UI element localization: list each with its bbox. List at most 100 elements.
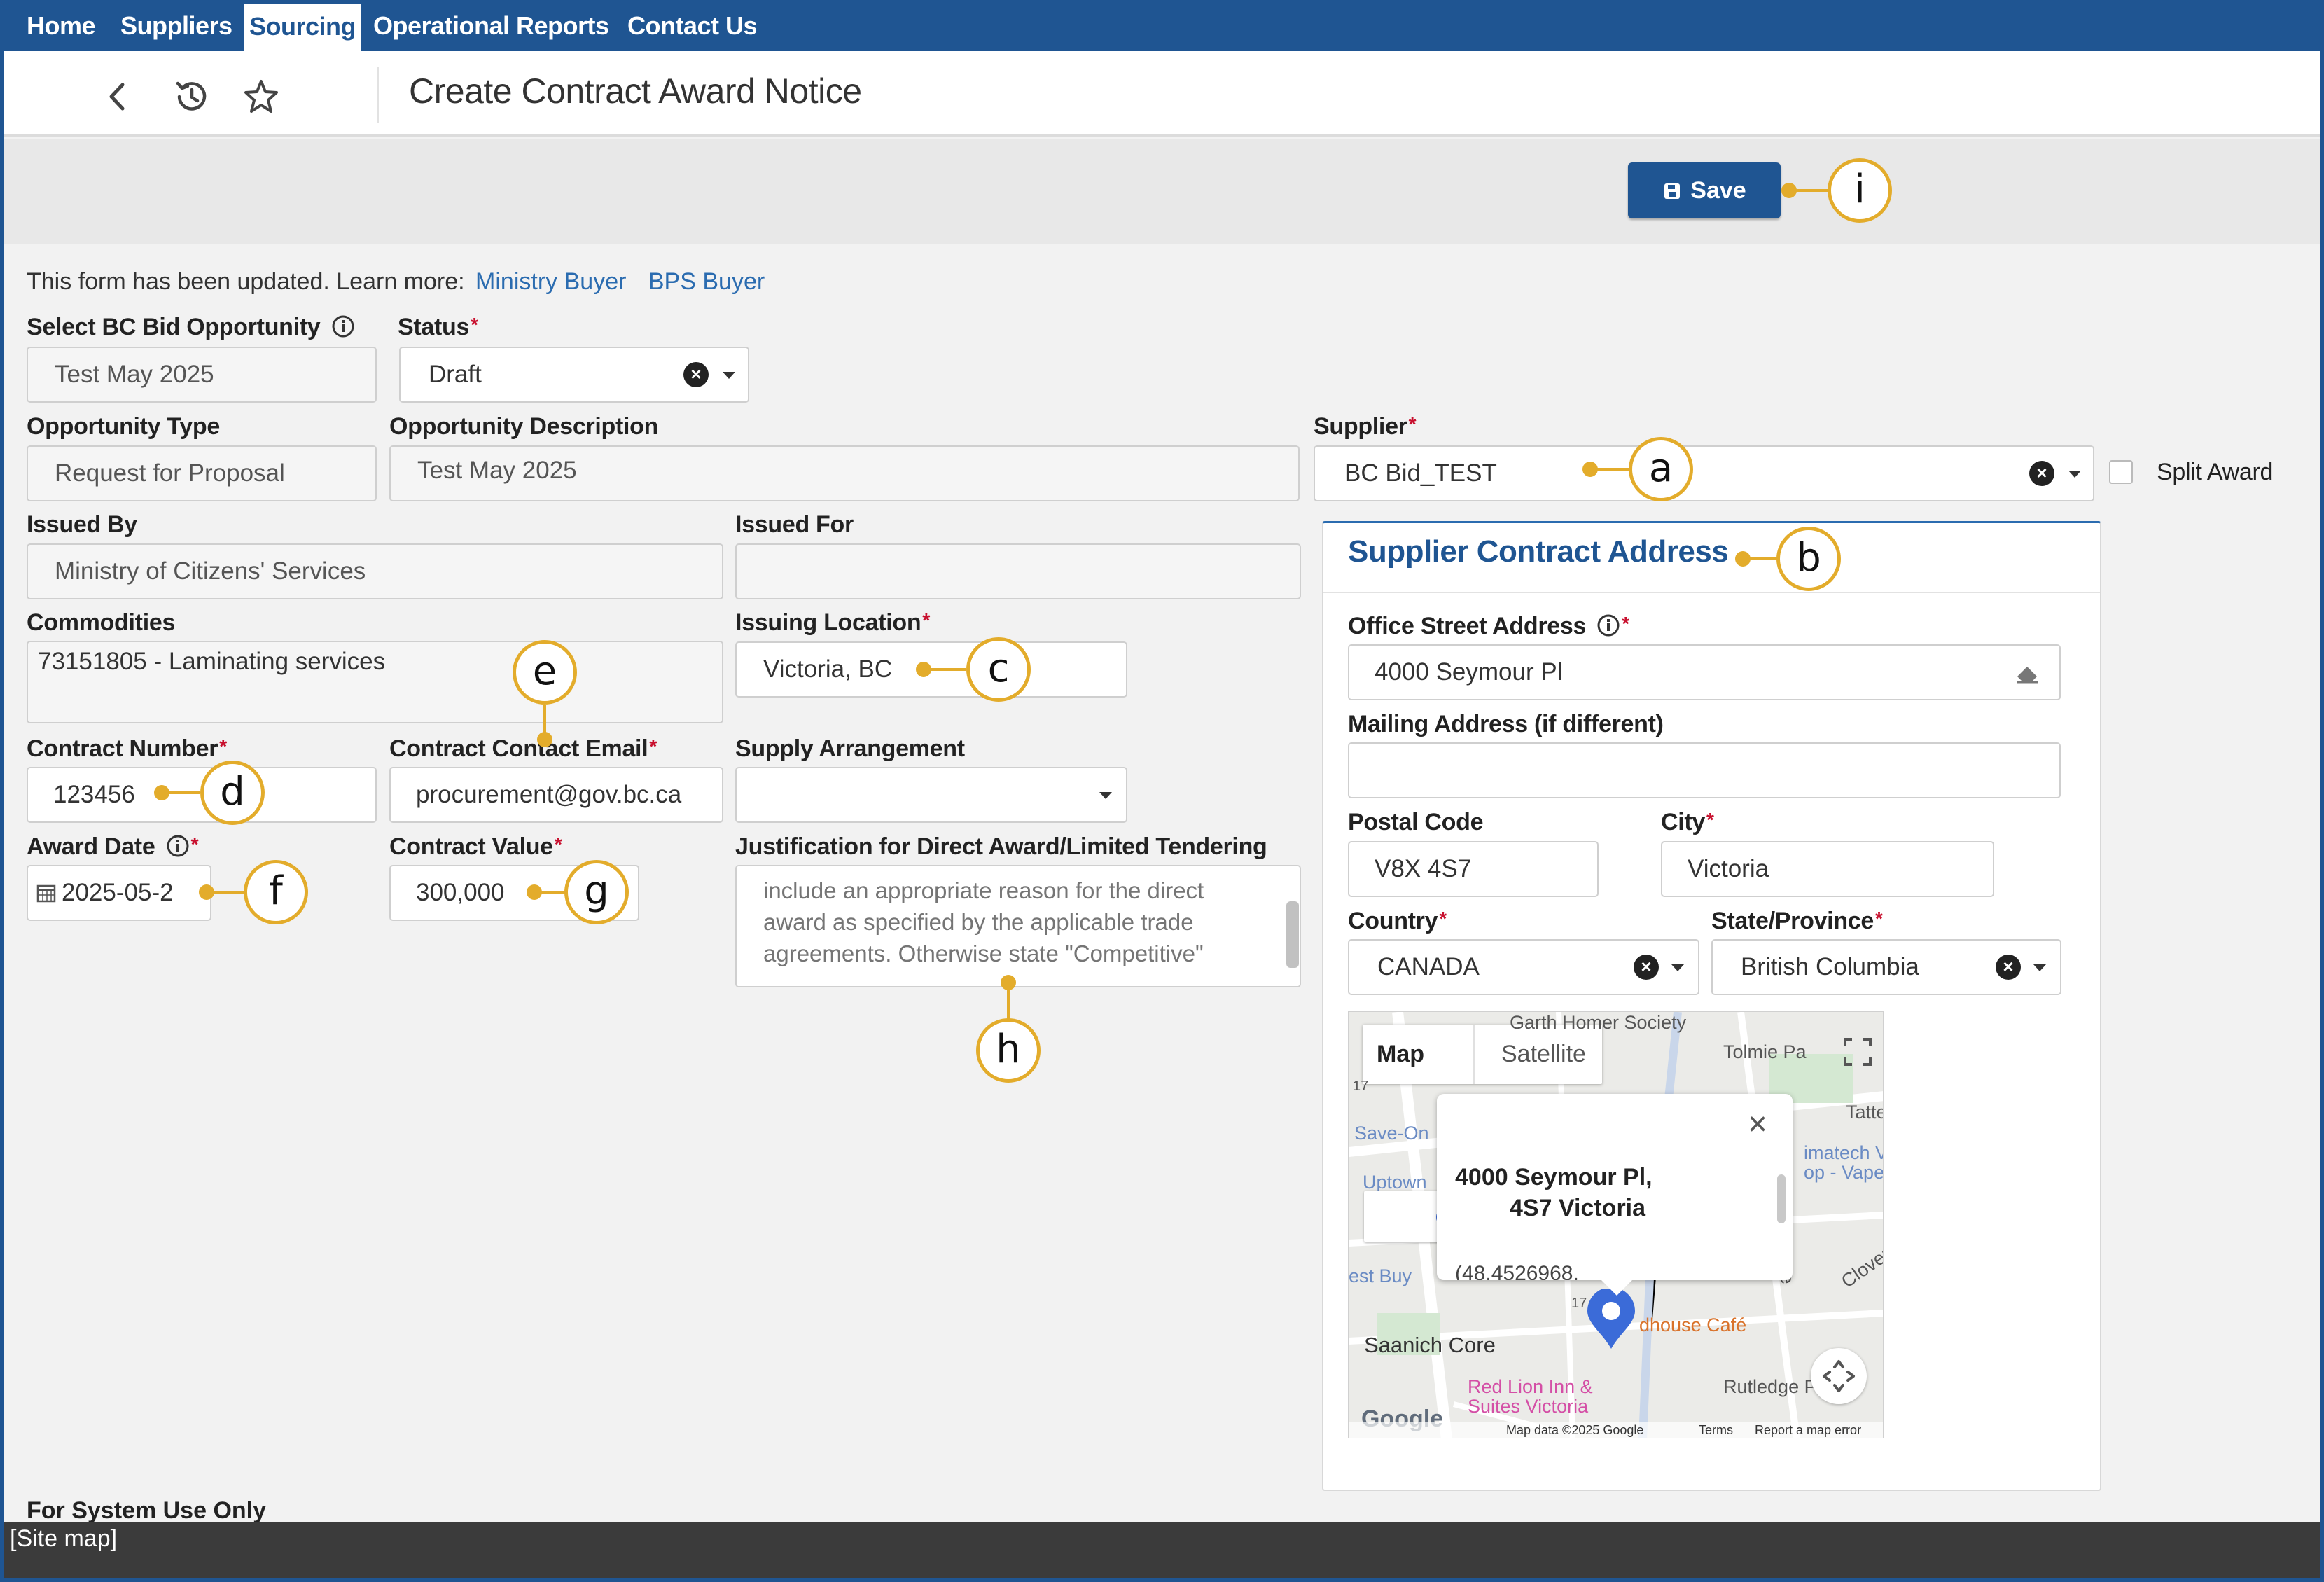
clear-status-icon[interactable]: × <box>683 362 709 387</box>
postal-code-field[interactable]: V8X 4S7 <box>1348 841 1599 897</box>
clear-country-icon[interactable]: × <box>1634 955 1659 980</box>
bid-opportunity-label-text: Select BC Bid Opportunity <box>27 314 321 340</box>
supplier-select[interactable]: BC Bid_TEST × <box>1314 445 2094 501</box>
info-icon[interactable] <box>1596 613 1620 637</box>
map-label-imatech: imatech V <box>1804 1142 1884 1163</box>
award-date-field[interactable]: 2025-05-2 <box>27 865 211 921</box>
bps-buyer-link[interactable]: BPS Buyer <box>648 268 765 295</box>
callout-e: e <box>513 640 577 705</box>
tab-divider <box>1473 1025 1475 1084</box>
callout-a: a <box>1629 437 1693 501</box>
info-icon[interactable] <box>166 834 190 858</box>
nav-operational-reports[interactable]: Operational Reports <box>373 0 609 51</box>
province-select[interactable]: British Columbia × <box>1711 939 2061 995</box>
contract-email-label: Contract Contact Email* <box>389 735 657 763</box>
form-update-notice: This form has been updated. Learn more: … <box>27 268 765 296</box>
city-label-text: City <box>1661 809 1706 835</box>
popup-address-line1: 4000 Seymour Pl, <box>1455 1164 1652 1191</box>
supplier-label: Supplier* <box>1314 413 1417 440</box>
callout-b-dot <box>1735 551 1751 567</box>
issued-for-field[interactable] <box>735 543 1301 599</box>
bid-opportunity-label: Select BC Bid Opportunity <box>27 314 355 341</box>
map-data-attribution: Map data ©2025 Google <box>1506 1423 1644 1437</box>
supply-arrangement-select[interactable] <box>735 767 1127 823</box>
ministry-buyer-link[interactable]: Ministry Buyer <box>475 268 626 295</box>
mailing-address-field[interactable] <box>1348 742 2061 798</box>
map-report-error-link[interactable]: Report a map error <box>1755 1423 1861 1438</box>
fullscreen-icon[interactable] <box>1842 1036 1873 1067</box>
map-terms-link[interactable]: Terms <box>1699 1423 1733 1438</box>
justification-textarea-wrapper <box>735 865 1301 987</box>
opportunity-description-field[interactable]: Test May 2025 <box>389 445 1300 501</box>
callout-d-dot <box>154 785 169 800</box>
callout-f: f <box>244 860 308 924</box>
nav-suppliers[interactable]: Suppliers <box>120 0 232 51</box>
chevron-down-icon[interactable] <box>1671 964 1684 971</box>
opportunity-type-field[interactable]: Request for Proposal <box>27 445 377 501</box>
commodities-field[interactable]: 73151805 - Laminating services <box>27 641 723 723</box>
map-label-society: Garth Homer Society <box>1510 1012 1687 1033</box>
textarea-scrollbar[interactable] <box>1286 901 1299 968</box>
country-value: CANADA <box>1377 953 1480 980</box>
country-label-text: Country <box>1348 908 1438 934</box>
popup-pointer <box>1601 1280 1632 1296</box>
required-marker: * <box>1408 413 1417 435</box>
contract-number-label: Contract Number* <box>27 735 227 763</box>
clear-supplier-icon[interactable]: × <box>2029 461 2054 486</box>
supplier-label-text: Supplier <box>1314 413 1407 440</box>
map-label-vape: op - Vape S <box>1804 1162 1884 1183</box>
star-icon[interactable] <box>242 78 280 116</box>
status-select[interactable]: Draft × <box>399 347 749 403</box>
map-label-saveon: Save-On <box>1354 1123 1429 1144</box>
save-button[interactable]: Save <box>1628 162 1781 218</box>
callout-a-dot <box>1582 462 1598 477</box>
required-marker: * <box>1439 908 1447 929</box>
city-field[interactable]: Victoria <box>1661 841 1994 897</box>
contract-email-field[interactable]: procurement@gov.bc.ca <box>389 767 723 823</box>
nav-sourcing[interactable]: Sourcing <box>244 0 362 51</box>
office-street-value: 4000 Seymour Pl <box>1375 658 1563 686</box>
location-pin-icon[interactable] <box>1583 1289 1639 1352</box>
country-label: Country* <box>1348 908 1447 935</box>
required-marker: * <box>1706 809 1714 831</box>
callout-h-dot <box>1001 975 1016 990</box>
notice-text: This form has been updated. Learn more: <box>27 268 465 295</box>
required-marker: * <box>1875 908 1883 929</box>
required-marker: * <box>649 735 657 757</box>
callout-c: c <box>966 637 1031 702</box>
opportunity-description-label: Opportunity Description <box>389 413 659 440</box>
justification-textarea[interactable] <box>737 866 1300 986</box>
close-icon[interactable]: × <box>1748 1108 1767 1142</box>
system-use-heading: For System Use Only <box>27 1497 267 1524</box>
back-chevron-icon[interactable] <box>99 78 137 116</box>
award-date-label: Award Date * <box>27 833 198 861</box>
floppy-disk-icon <box>1664 183 1681 199</box>
bid-opportunity-field[interactable]: Test May 2025 <box>27 347 377 403</box>
info-icon[interactable] <box>331 314 355 338</box>
chevron-down-icon[interactable] <box>723 372 735 379</box>
popup-scrollbar[interactable] <box>1777 1174 1786 1223</box>
map-pan-control[interactable] <box>1811 1348 1867 1404</box>
chevron-down-icon[interactable] <box>1099 792 1112 799</box>
calendar-icon[interactable] <box>36 883 56 903</box>
office-street-field[interactable]: 4000 Seymour Pl <box>1348 644 2061 700</box>
callout-b: b <box>1776 527 1841 591</box>
eraser-icon[interactable] <box>2015 662 2041 684</box>
issued-by-field[interactable]: Ministry of Citizens' Services <box>27 543 723 599</box>
site-map-link[interactable]: [Site map] <box>10 1525 117 1553</box>
office-street-label: Office Street Address * <box>1348 613 1629 640</box>
map-info-popup: × 4000 Seymour Pl, 4S7 Victoria (48.4526… <box>1437 1094 1793 1296</box>
popup-address-line2: 4S7 Victoria <box>1510 1195 1646 1221</box>
clear-province-icon[interactable]: × <box>1996 955 2021 980</box>
map-attribution-bar: Map data ©2025 Google Terms Report a map… <box>1349 1422 1883 1438</box>
nav-home[interactable]: Home <box>27 0 96 51</box>
card-header: Supplier Contract Address <box>1323 523 2100 593</box>
country-select[interactable]: CANADA × <box>1348 939 1699 995</box>
split-award-checkbox[interactable] <box>2109 460 2133 484</box>
nav-contact-us[interactable]: Contact Us <box>627 0 758 51</box>
history-icon[interactable] <box>172 78 210 116</box>
chevron-down-icon[interactable] <box>2033 964 2046 971</box>
chevron-down-icon[interactable] <box>2068 471 2081 478</box>
callout-i-dot <box>1781 183 1797 198</box>
map-tab[interactable]: Map <box>1377 1025 1424 1084</box>
